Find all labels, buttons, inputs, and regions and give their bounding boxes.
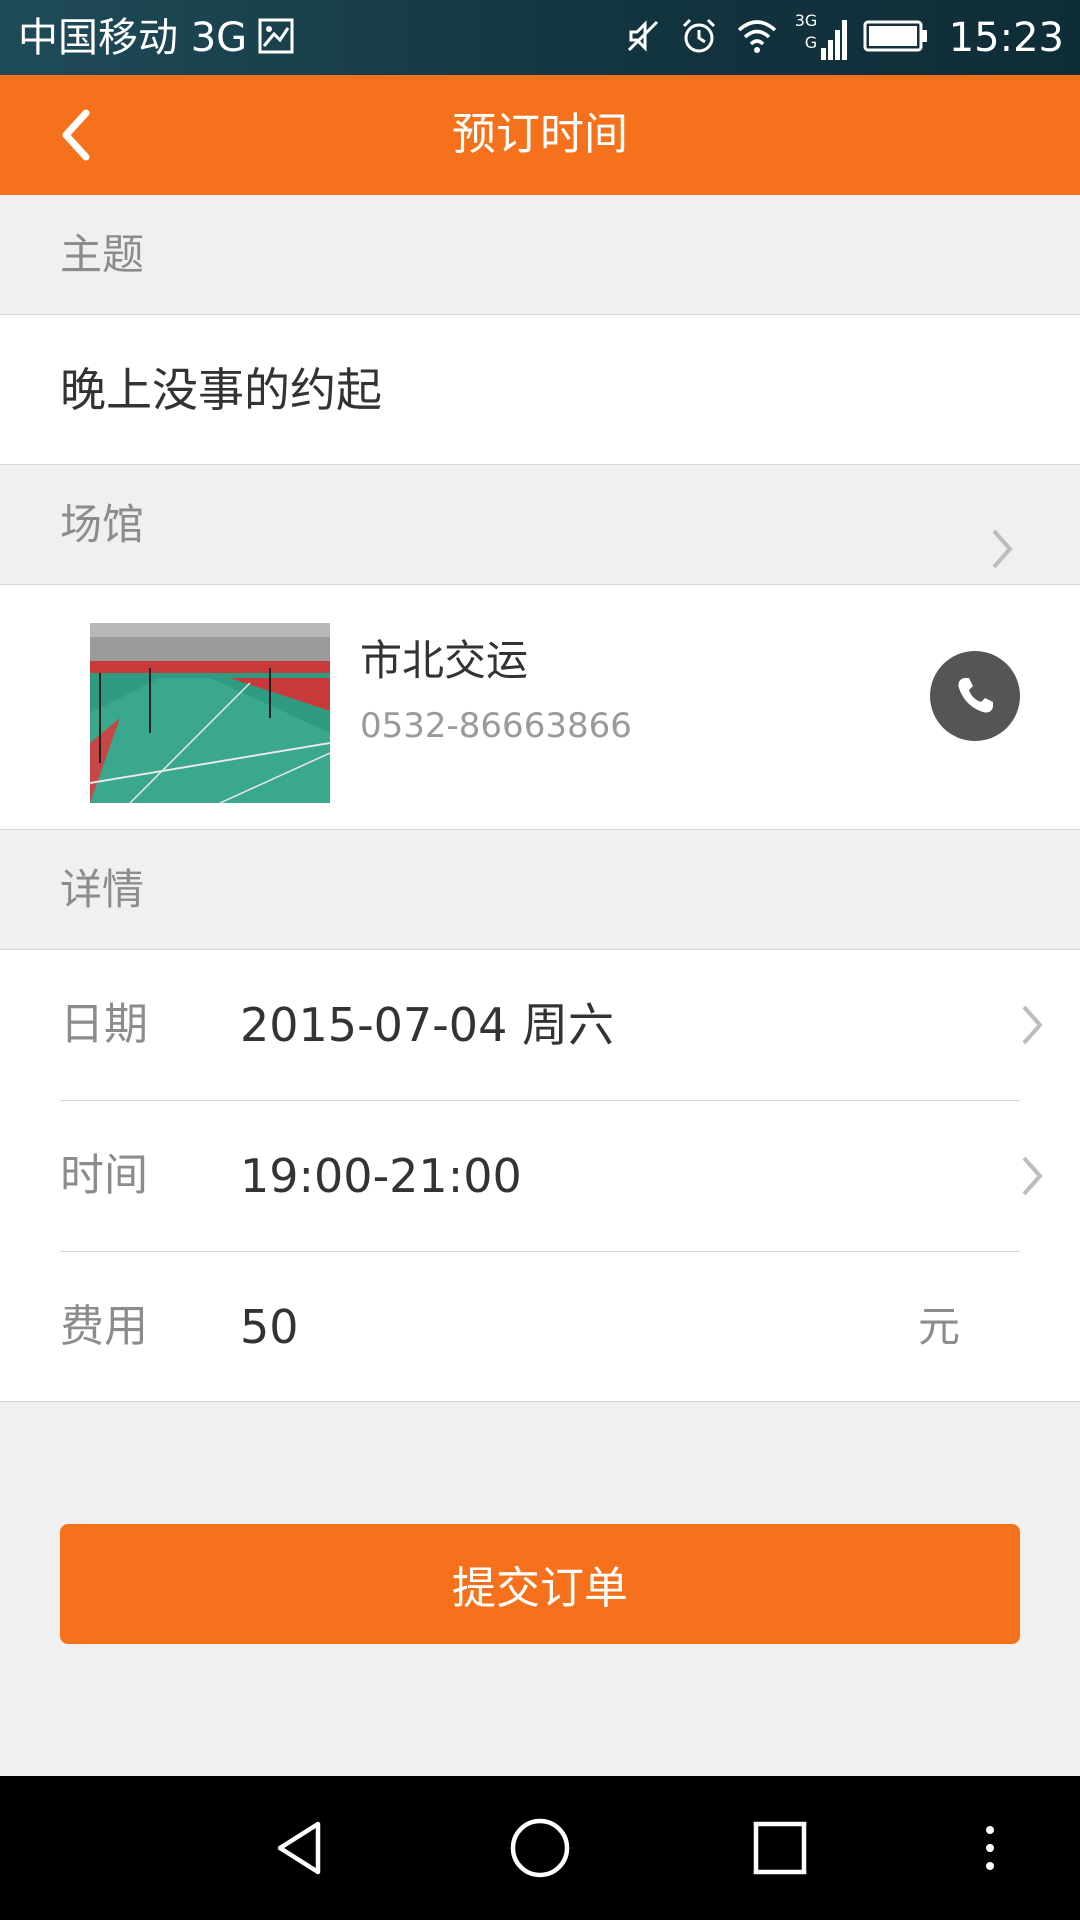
time-label: 时间 bbox=[60, 1150, 148, 1201]
fee-unit: 元 bbox=[918, 1302, 961, 1351]
fee-label: 费用 bbox=[60, 1301, 148, 1352]
status-bar: 中国移动 3G 3G G 15:23 bbox=[0, 0, 1080, 75]
call-button[interactable] bbox=[930, 651, 1020, 741]
alarm-icon bbox=[679, 16, 719, 60]
carrier-label: 中国移动 3G bbox=[18, 15, 248, 61]
venue-name: 市北交运 bbox=[360, 636, 529, 685]
app-bar: 预订时间 bbox=[0, 75, 1080, 195]
nav-home-button[interactable] bbox=[500, 1808, 580, 1888]
system-nav-bar bbox=[0, 1776, 1080, 1920]
venue-header-label: 场馆 bbox=[60, 500, 145, 549]
topic-row[interactable]: 晚上没事的约起 bbox=[0, 315, 1080, 465]
nav-more-button[interactable] bbox=[950, 1808, 1030, 1888]
chevron-right-icon bbox=[1022, 1156, 1043, 1196]
page-title: 预订时间 bbox=[452, 109, 628, 160]
fee-row[interactable]: 费用 50 元 bbox=[0, 1252, 1080, 1402]
date-row[interactable]: 日期 2015-07-04 周六 bbox=[0, 950, 1080, 1100]
topic-value: 晚上没事的约起 bbox=[60, 363, 382, 417]
nav-recents-button[interactable] bbox=[740, 1808, 820, 1888]
venue-section-header[interactable]: 场馆 bbox=[0, 465, 1080, 585]
time-row[interactable]: 时间 19:00-21:00 bbox=[0, 1101, 1080, 1251]
clock: 15:23 bbox=[948, 14, 1064, 61]
topic-header-label: 主题 bbox=[60, 230, 145, 279]
image-notification-icon bbox=[258, 18, 294, 54]
nav-back-button[interactable] bbox=[260, 1808, 340, 1888]
venue-phone: 0532-86663866 bbox=[360, 706, 632, 746]
signal-icon: 3G G bbox=[795, 10, 847, 66]
time-value: 19:00-21:00 bbox=[240, 1149, 522, 1203]
fee-value[interactable]: 50 bbox=[240, 1252, 299, 1402]
phone-icon bbox=[958, 678, 993, 713]
topic-section-header: 主题 bbox=[0, 195, 1080, 315]
venue-card[interactable]: 市北交运 0532-86663866 bbox=[0, 585, 1080, 830]
recents-square-icon bbox=[753, 1821, 807, 1875]
mute-icon bbox=[623, 16, 663, 60]
date-value: 2015-07-04 周六 bbox=[240, 998, 614, 1052]
date-label: 日期 bbox=[60, 999, 148, 1050]
home-circle-icon bbox=[510, 1818, 570, 1878]
battery-icon bbox=[863, 18, 929, 58]
details-card: 日期 2015-07-04 周六 时间 19:00-21:00 费用 50 元 bbox=[0, 950, 1080, 1402]
chevron-right-icon bbox=[1022, 1005, 1043, 1045]
details-header-label: 详情 bbox=[60, 865, 145, 914]
submit-order-button[interactable]: 提交订单 bbox=[60, 1524, 1020, 1644]
chevron-right-icon bbox=[992, 529, 1013, 569]
venue-photo bbox=[90, 623, 330, 803]
more-dots-icon bbox=[986, 1826, 994, 1870]
details-section-header: 详情 bbox=[0, 830, 1080, 950]
back-triangle-icon bbox=[277, 1821, 321, 1875]
wifi-icon bbox=[735, 16, 779, 60]
status-icons: 3G G 15:23 bbox=[623, 0, 1064, 75]
